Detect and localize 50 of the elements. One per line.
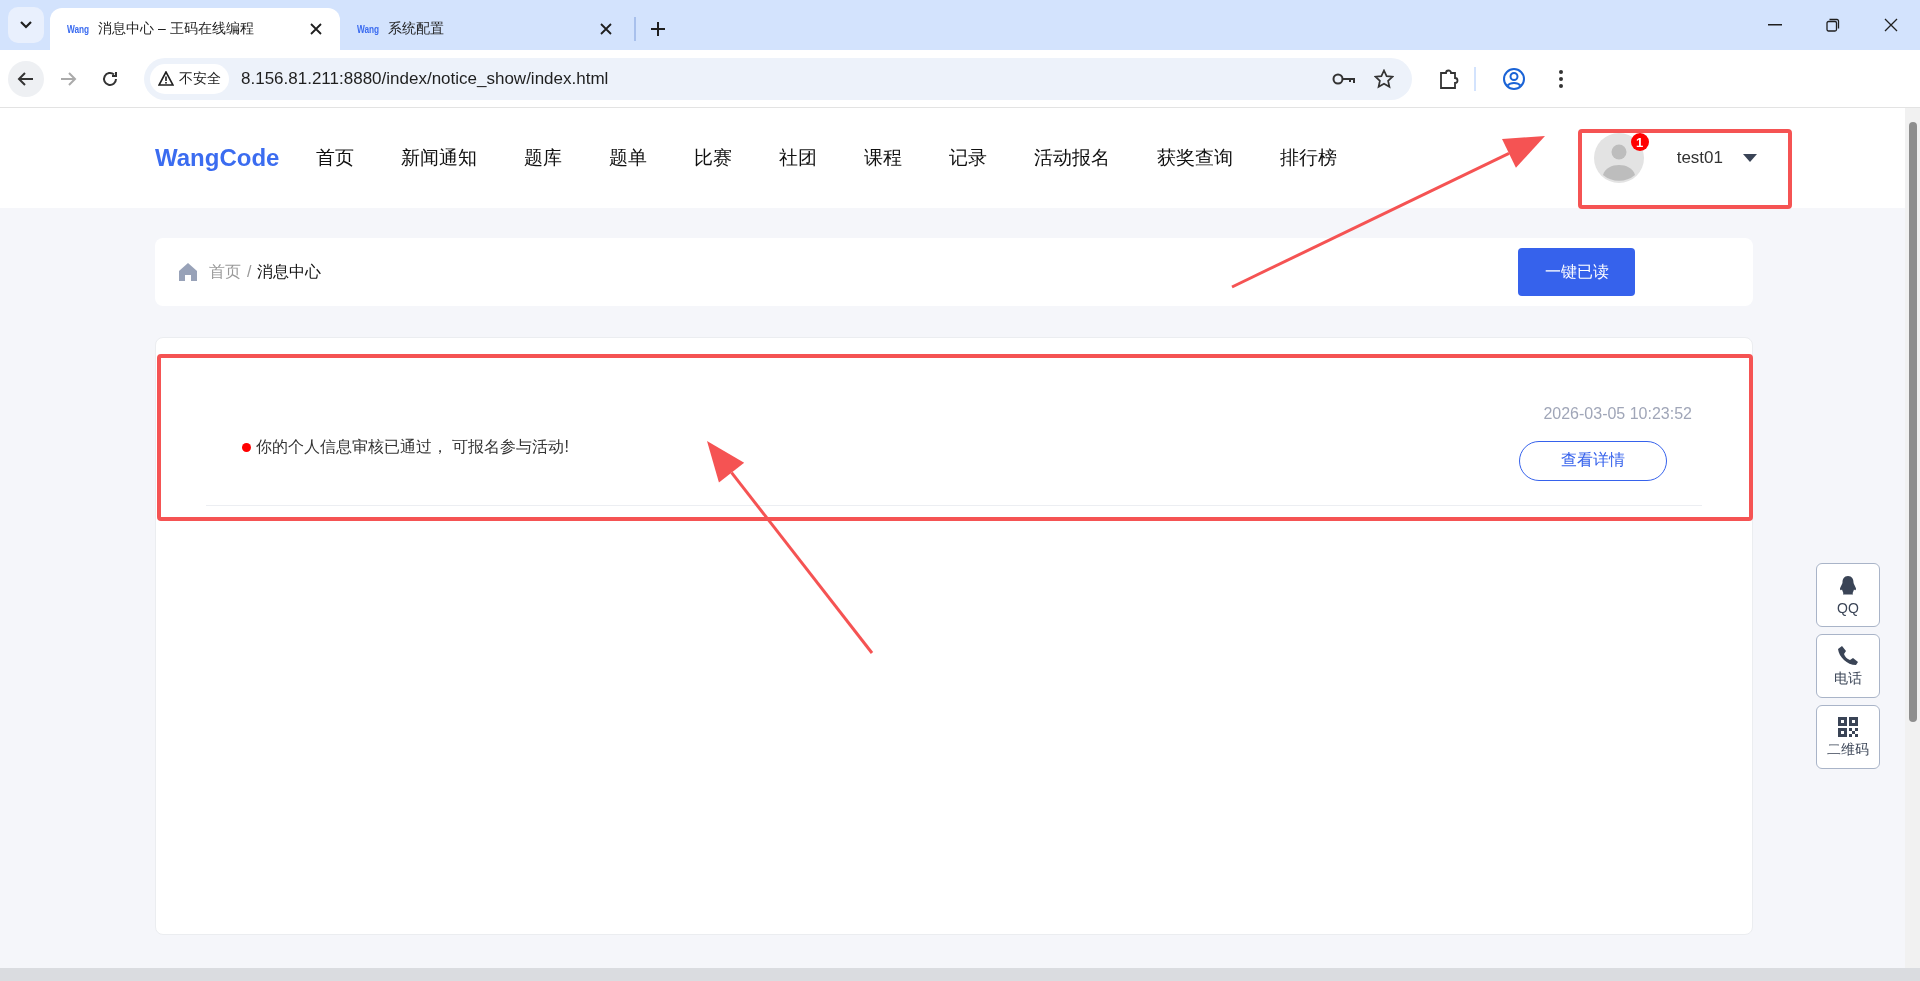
menu-icon[interactable] — [1558, 68, 1564, 89]
nav-link[interactable]: 社团 — [779, 145, 818, 171]
minimize-icon — [1768, 24, 1782, 26]
puzzle-icon[interactable] — [1438, 67, 1460, 90]
caret-icon[interactable] — [1743, 153, 1757, 163]
tab-search-button[interactable] — [8, 7, 44, 43]
browser-tab[interactable]: Wang 系统配置 — [340, 8, 630, 50]
back-button[interactable] — [8, 60, 44, 97]
nav-link[interactable]: 活动报名 — [1034, 145, 1111, 171]
address-bar[interactable]: 不安全 8.156.81.211:8880/index/notice_show/index.html — [144, 57, 1412, 100]
browser-tab[interactable]: Wang 消息中心 – 王码在线编程 — [50, 8, 340, 50]
side-tool-button[interactable]: 电话 — [1816, 634, 1880, 698]
star-icon[interactable] — [1374, 68, 1394, 89]
nav-link[interactable]: 排行榜 — [1280, 145, 1338, 171]
side-tool-button[interactable]: 二维码 — [1816, 705, 1880, 769]
scrollbar[interactable] — [1905, 108, 1920, 968]
forward-arrow-icon — [59, 69, 77, 88]
view-details-button[interactable]: 查看详情 — [1519, 440, 1667, 481]
penguin-icon — [1837, 574, 1859, 597]
restore-icon — [1826, 18, 1840, 32]
notice-text: 你的个人信息审核已通过， 可报名参与活动! — [256, 437, 569, 457]
side-tool-button[interactable]: QQ — [1816, 563, 1880, 627]
mark-all-read-button[interactable]: 一键已读 — [1518, 248, 1635, 296]
nav-link[interactable]: 新闻通知 — [401, 145, 478, 171]
horizontal-scrollbar[interactable] — [0, 968, 1920, 981]
warning-icon — [158, 71, 174, 86]
nav-link[interactable]: 比赛 — [694, 145, 733, 171]
notification-badge: 1 — [1630, 133, 1649, 151]
qr-code-icon — [1837, 715, 1859, 738]
logo[interactable]: WangCode — [155, 144, 280, 172]
nav-link[interactable]: 获奖查询 — [1157, 145, 1234, 171]
notice-time: 2026-03-05 10:23:52 — [1543, 404, 1692, 423]
phone-icon — [1837, 644, 1859, 667]
breadcrumb-link[interactable]: 消息中心 — [257, 261, 322, 283]
nav-link[interactable]: 题库 — [524, 145, 563, 171]
security-chip[interactable]: 不安全 — [150, 63, 229, 94]
url-text: 8.156.81.211:8880/index/notice_show/index.html — [241, 68, 610, 89]
breadcrumb-separator: / — [247, 263, 252, 281]
home-icon — [177, 261, 199, 283]
avatar[interactable] — [1593, 133, 1644, 183]
nav-link[interactable]: 课程 — [864, 145, 903, 171]
reload-icon — [101, 69, 119, 88]
nav-link[interactable]: 首页 — [316, 145, 355, 171]
back-arrow-icon — [17, 69, 35, 88]
nav-link[interactable]: 记录 — [949, 145, 988, 171]
nav-link[interactable]: 题单 — [609, 145, 648, 171]
username[interactable]: test01 — [1676, 148, 1723, 168]
chevron-down-icon — [19, 20, 33, 30]
close-icon — [1884, 18, 1898, 32]
profile-icon[interactable] — [1502, 66, 1526, 91]
